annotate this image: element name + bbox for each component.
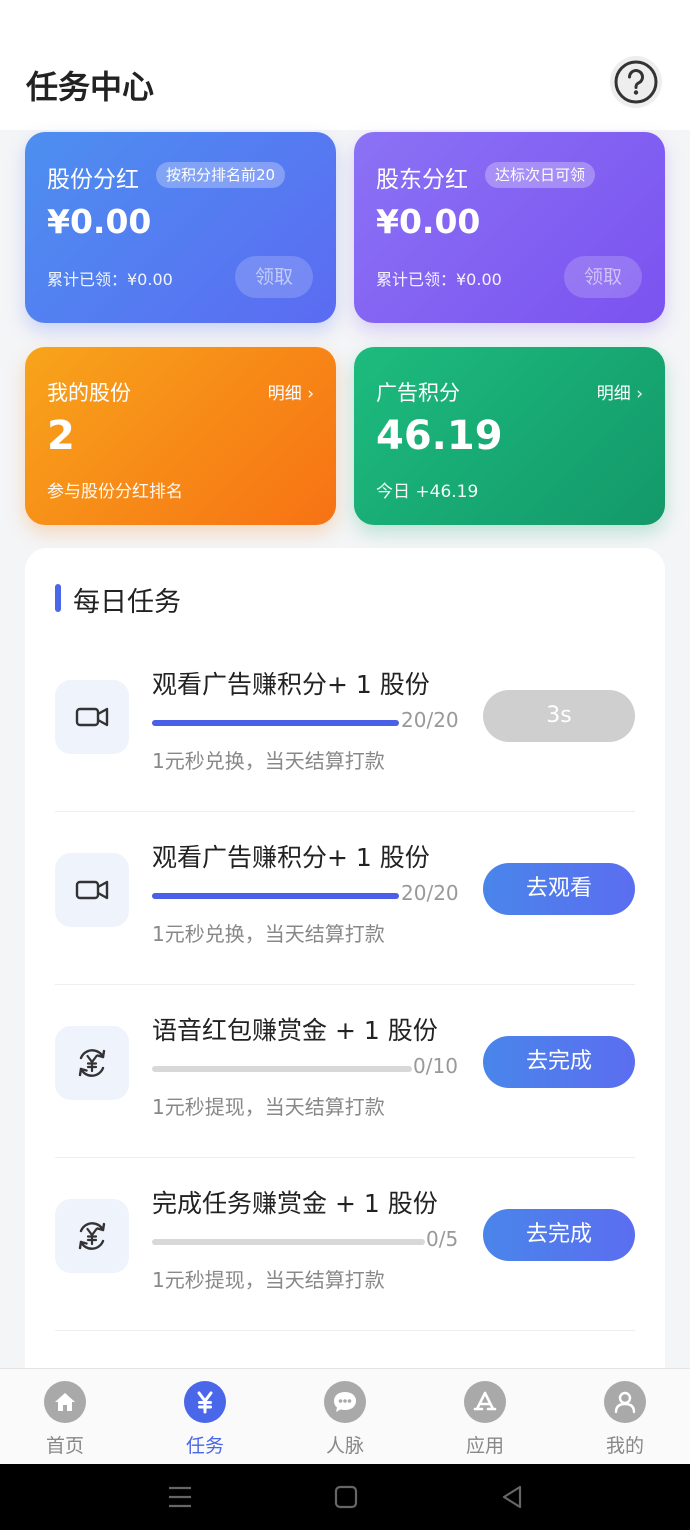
header: 任务中心 bbox=[0, 0, 690, 130]
yuan-exchange-icon bbox=[78, 1222, 106, 1250]
task-desc: 1元秒兑换，当天结算打款 bbox=[152, 922, 385, 946]
tab-home[interactable]: 首页 bbox=[25, 1381, 105, 1458]
video-camera-icon bbox=[75, 707, 109, 727]
holder-dividend-amount: ¥0.00 bbox=[376, 202, 481, 241]
holder-dividend-card: 股东分红 达标次日可领 ¥0.00 累计已领：¥0.00 领取 bbox=[354, 132, 665, 323]
section-accent-bar bbox=[55, 584, 61, 612]
page-title: 任务中心 bbox=[26, 68, 155, 106]
task-divider bbox=[55, 811, 635, 812]
task-title: 完成任务赚赏金 + 1 股份 bbox=[152, 1189, 438, 1218]
holder-dividend-claim-button[interactable]: 领取 bbox=[564, 256, 642, 298]
task-title: 观看广告赚积分+ 1 股份 bbox=[152, 670, 430, 699]
ad-points-sub: 今日 +46.19 bbox=[376, 482, 479, 502]
task-progress-bar bbox=[152, 893, 399, 899]
task-desc: 1元秒兑换，当天结算打款 bbox=[152, 749, 385, 773]
share-dividend-claim-button[interactable]: 领取 bbox=[235, 256, 313, 298]
tab-label: 任务 bbox=[185, 1435, 224, 1457]
task-progress-text: 20/20 bbox=[401, 881, 459, 905]
task-divider bbox=[55, 1330, 635, 1331]
video-camera-icon bbox=[75, 880, 109, 900]
share-dividend-title: 股份分红 bbox=[47, 167, 139, 193]
menu-icon[interactable] bbox=[150, 1464, 210, 1530]
share-dividend-amount: ¥0.00 bbox=[47, 202, 152, 241]
holder-dividend-claimed: 累计已领：¥0.00 bbox=[376, 270, 502, 289]
task-countdown-button[interactable]: 3s bbox=[483, 690, 635, 742]
ad-points-value: 46.19 bbox=[376, 413, 503, 459]
task-item: 观看广告赚积分+ 1 股份 20/20 1元秒兑换，当天结算打款 去观看 bbox=[55, 813, 635, 985]
task-title: 语音红包赚赏金 + 1 股份 bbox=[152, 1016, 438, 1045]
question-circle-icon bbox=[614, 60, 658, 104]
task-icon-box bbox=[55, 853, 129, 927]
task-item: 语音红包赚赏金 + 1 股份 0/10 1元秒提现，当天结算打款 去完成 bbox=[55, 986, 635, 1158]
task-divider bbox=[55, 1157, 635, 1158]
task-item: 观看广告赚积分+ 1 股份 20/20 1元秒兑换，当天结算打款 3s bbox=[55, 640, 635, 812]
task-item: 完成任务赚赏金 + 1 股份 0/5 1元秒提现，当天结算打款 去完成 bbox=[55, 1159, 635, 1331]
daily-tasks-panel: 每日任务 观看广告赚积分+ 1 股份 20/20 1元秒兑换，当天结算打款 3s… bbox=[25, 548, 665, 1378]
share-dividend-claimed: 累计已领：¥0.00 bbox=[47, 270, 173, 289]
task-desc: 1元秒提现，当天结算打款 bbox=[152, 1095, 385, 1119]
user-icon bbox=[604, 1381, 646, 1423]
ad-points-card: 广告积分 明细 › 46.19 今日 +46.19 bbox=[354, 347, 665, 525]
task-progress-bar bbox=[152, 1239, 425, 1245]
share-dividend-tag: 按积分排名前20 bbox=[156, 162, 286, 188]
task-icon-box bbox=[55, 1199, 129, 1273]
bottom-tab-bar: 首页 任务 人脉 应用 我的 bbox=[0, 1368, 690, 1464]
daily-tasks-title: 每日任务 bbox=[73, 587, 181, 618]
ad-points-title: 广告积分 bbox=[376, 381, 460, 405]
tab-mine[interactable]: 我的 bbox=[585, 1381, 665, 1458]
chat-icon bbox=[324, 1381, 366, 1423]
app-store-icon bbox=[464, 1381, 506, 1423]
my-shares-detail-link[interactable]: 明细 › bbox=[268, 379, 314, 404]
task-progress-bar bbox=[152, 720, 399, 726]
task-title: 观看广告赚积分+ 1 股份 bbox=[152, 843, 430, 872]
my-shares-sub: 参与股份分红排名 bbox=[47, 482, 183, 502]
tab-label: 人脉 bbox=[325, 1435, 364, 1457]
yuan-exchange-icon bbox=[78, 1049, 106, 1077]
tab-apps[interactable]: 应用 bbox=[445, 1381, 525, 1458]
yuan-icon bbox=[184, 1381, 226, 1423]
help-button[interactable] bbox=[610, 56, 662, 108]
task-divider bbox=[55, 984, 635, 985]
back-triangle-icon[interactable] bbox=[482, 1464, 542, 1530]
ad-points-detail-link[interactable]: 明细 › bbox=[597, 379, 643, 404]
home-square-icon[interactable] bbox=[316, 1464, 376, 1530]
holder-dividend-title: 股东分红 bbox=[376, 167, 468, 193]
system-nav-bar bbox=[0, 1464, 690, 1530]
task-progress-text: 0/5 bbox=[426, 1227, 459, 1251]
tab-label: 我的 bbox=[605, 1435, 644, 1457]
my-shares-value: 2 bbox=[47, 413, 75, 459]
my-shares-title: 我的股份 bbox=[47, 381, 131, 405]
task-progress-fill bbox=[152, 720, 399, 726]
tab-label: 应用 bbox=[465, 1435, 504, 1457]
watch-ad-button[interactable]: 去观看 bbox=[483, 863, 635, 915]
task-icon-box bbox=[55, 1026, 129, 1100]
tab-tasks[interactable]: 任务 bbox=[165, 1381, 245, 1458]
task-progress-bar bbox=[152, 1066, 412, 1072]
my-shares-card: 我的股份 明细 › 2 参与股份分红排名 bbox=[25, 347, 336, 525]
task-progress-text: 0/10 bbox=[413, 1054, 458, 1078]
task-progress-fill bbox=[152, 893, 399, 899]
complete-task-button[interactable]: 去完成 bbox=[483, 1209, 635, 1261]
task-progress-text: 20/20 bbox=[401, 708, 459, 732]
share-dividend-card: 股份分红 按积分排名前20 ¥0.00 累计已领：¥0.00 领取 bbox=[25, 132, 336, 323]
task-desc: 1元秒提现，当天结算打款 bbox=[152, 1268, 385, 1292]
complete-task-button[interactable]: 去完成 bbox=[483, 1036, 635, 1088]
task-icon-box bbox=[55, 680, 129, 754]
home-icon bbox=[44, 1381, 86, 1423]
tab-contacts[interactable]: 人脉 bbox=[305, 1381, 385, 1458]
holder-dividend-tag: 达标次日可领 bbox=[485, 162, 596, 188]
tab-label: 首页 bbox=[45, 1435, 84, 1457]
